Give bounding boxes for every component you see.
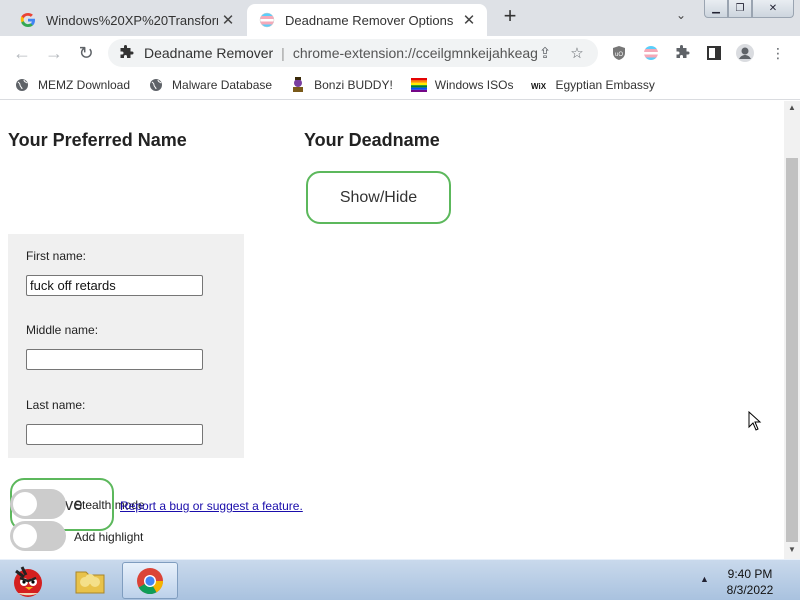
scroll-down-icon[interactable]: ▼	[788, 545, 796, 554]
reload-icon[interactable]: ↻	[74, 41, 98, 65]
middle-name-field[interactable]	[26, 349, 203, 370]
close-tab-icon[interactable]: ✕	[218, 10, 238, 30]
bug-report-link[interactable]: Report a bug or suggest a feature.	[120, 499, 303, 513]
chrome-taskbar-icon[interactable]	[122, 562, 178, 599]
tab-title: Windows%20XP%20Transformati	[46, 12, 218, 28]
tray-overflow-icon[interactable]: ▲	[700, 574, 709, 584]
deadname-heading: Your Deadname	[304, 130, 440, 150]
tab-title: Deadname Remover Options	[285, 12, 454, 28]
clock-date: 8/3/2022	[726, 583, 774, 597]
site-name: Deadname Remover	[144, 45, 274, 61]
bookmark-malware-database[interactable]: Malware Database	[148, 74, 272, 96]
first-name-label: First name:	[26, 249, 87, 263]
bookmark-label: Bonzi BUDDY!	[314, 77, 393, 92]
bookmark-star-icon[interactable]: ☆	[568, 44, 586, 62]
google-g-icon	[20, 12, 36, 28]
browser-toolbar: ← → ↻ Deadname Remover | chrome-extensio…	[0, 36, 800, 70]
extension-puzzle-icon	[118, 45, 136, 61]
svg-text:WiX: WiX	[531, 82, 547, 90]
bookmark-label: Egyptian Embassy	[555, 77, 655, 92]
clock-time: 9:40 PM	[727, 567, 773, 581]
trans-flag-icon	[259, 12, 275, 28]
new-tab-button[interactable]: +	[498, 5, 522, 29]
svg-text:uO: uO	[615, 52, 623, 58]
close-tab-icon[interactable]: ✕	[459, 10, 479, 30]
mouse-cursor-icon	[748, 410, 762, 436]
side-panel-icon[interactable]	[703, 42, 725, 64]
scroll-up-icon[interactable]: ▲	[788, 103, 796, 112]
last-name-field[interactable]	[26, 424, 203, 445]
toggle-knob	[13, 492, 37, 516]
tab-deadname-remover[interactable]: Deadname Remover Options ✕	[247, 4, 487, 36]
share-icon[interactable]: ⇪	[536, 44, 554, 62]
scroll-thumb[interactable]	[786, 158, 798, 542]
wix-icon: WiX	[531, 77, 547, 93]
system-clock[interactable]: 9:40 PM 8/3/2022	[718, 566, 782, 598]
extensions-icon[interactable]	[671, 42, 693, 64]
bookmark-bonzi-buddy[interactable]: Bonzi BUDDY!	[290, 74, 393, 96]
bookmark-windows-isos[interactable]: Windows ISOs	[410, 74, 514, 96]
bookmark-label: Malware Database	[172, 77, 273, 92]
profile-avatar-icon[interactable]	[734, 42, 756, 64]
trans-flag-extension-icon[interactable]	[640, 42, 662, 64]
file-explorer-icon[interactable]	[62, 562, 118, 599]
menu-kebab-icon[interactable]: ⋮	[767, 42, 789, 64]
forward-icon[interactable]: →	[42, 41, 66, 65]
close-window-button[interactable]: ✕	[752, 0, 794, 18]
options-page: Your Preferred Name Your Deadname Show/H…	[0, 101, 784, 559]
tab-search-icon[interactable]: ⌄	[672, 8, 690, 26]
preferred-name-heading: Your Preferred Name	[8, 130, 187, 150]
bookmarks-bar: MEMZ Download Malware Database Bonzi BUD…	[0, 70, 800, 100]
restore-button[interactable]: ❐	[728, 0, 752, 18]
toggle-knob	[13, 524, 37, 548]
bookmark-label: Windows ISOs	[434, 77, 514, 92]
tab-strip: Windows%20XP%20Transformati ✕ Deadname R…	[0, 0, 800, 36]
globe-icon	[148, 77, 164, 93]
minimize-button[interactable]: ▁	[704, 0, 728, 18]
page-scrollbar[interactable]: ▲ ▼	[784, 101, 800, 559]
tab-windows-xp[interactable]: Windows%20XP%20Transformati ✕	[8, 4, 246, 36]
address-bar[interactable]: Deadname Remover | chrome-extension://cc…	[108, 39, 598, 67]
url-text: chrome-extension://cceilgmnkeijahkeagihk…	[292, 45, 537, 61]
bookmark-memz[interactable]: MEMZ Download	[14, 74, 130, 96]
windows-flag-icon	[410, 77, 427, 93]
show-hide-button[interactable]: Show/Hide	[306, 171, 451, 224]
add-highlight-label: Add highlight	[74, 530, 144, 544]
windows-taskbar: ▲ 9:40 PM 8/3/2022	[0, 559, 800, 600]
ublock-icon[interactable]: uO	[608, 42, 630, 64]
middle-name-label: Middle name:	[26, 323, 99, 337]
divider: |	[281, 45, 285, 61]
back-icon[interactable]: ←	[10, 41, 34, 65]
bonzi-icon	[290, 76, 306, 93]
bookmark-egyptian-embassy[interactable]: WiX Egyptian Embassy	[531, 74, 654, 96]
preferred-name-form: First name: Middle name: Last name:	[8, 234, 244, 458]
first-name-field[interactable]	[26, 275, 203, 296]
bookmark-label: MEMZ Download	[38, 77, 131, 92]
last-name-label: Last name:	[26, 398, 86, 412]
globe-icon	[14, 77, 30, 93]
start-button-angry-bird-icon[interactable]	[0, 562, 56, 599]
add-highlight-toggle[interactable]	[10, 521, 66, 551]
stealth-mode-toggle[interactable]	[10, 489, 66, 519]
